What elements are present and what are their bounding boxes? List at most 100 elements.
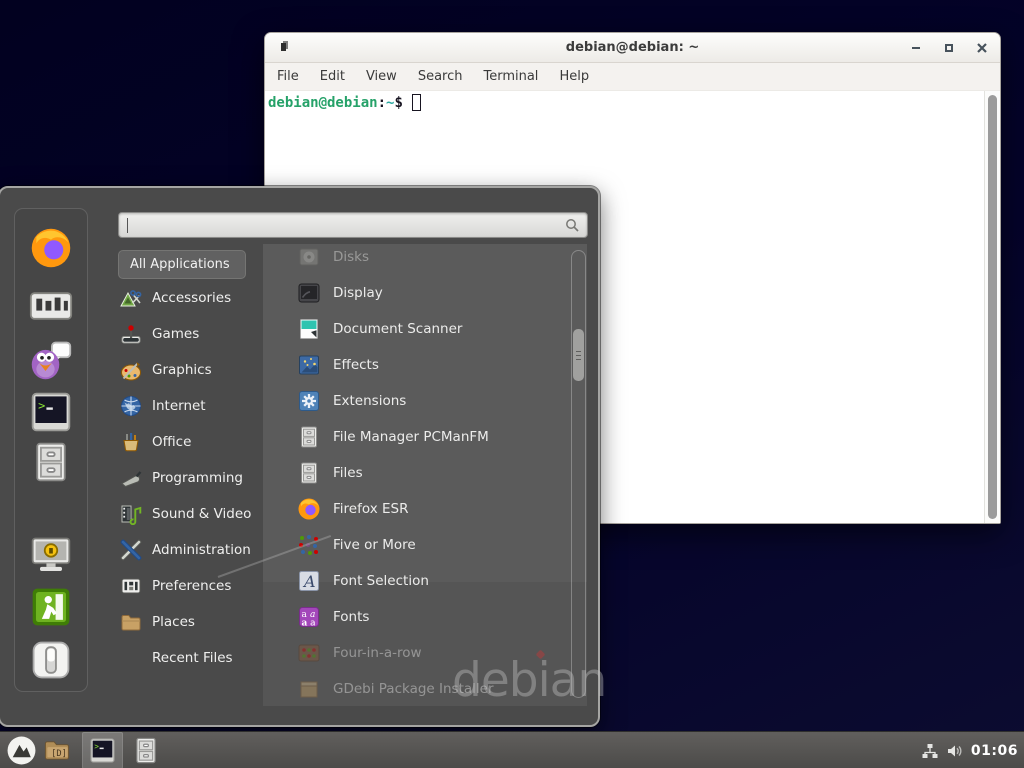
taskbar-file-manager-button[interactable]: [D] (42, 736, 72, 765)
effects-icon (297, 353, 321, 377)
svg-text:A: A (302, 572, 316, 591)
shell-prompt: debian@debian:~$ (268, 94, 421, 111)
app-item-file-manager-pcmanfm[interactable]: File Manager PCManFM (263, 419, 563, 455)
favorite-pidgin[interactable] (29, 338, 73, 382)
category-graphics[interactable]: Graphics (120, 352, 262, 388)
taskbar: [D] > 01:06 (0, 731, 1024, 768)
menu-file[interactable]: File (277, 69, 299, 84)
search-icon (565, 218, 580, 233)
svg-text:>: > (38, 398, 45, 412)
network-icon[interactable] (921, 742, 939, 760)
app-item-document-scanner[interactable]: Document Scanner (263, 311, 563, 347)
close-button[interactable] (976, 42, 988, 54)
application-list: Disks Display Document Scanner Effects E… (263, 244, 587, 706)
disks-icon (297, 245, 321, 269)
settings-mixer-icon (29, 284, 73, 328)
category-accessories[interactable]: Accessories (120, 280, 262, 316)
filter-all-applications[interactable]: All Applications (118, 250, 246, 279)
taskbar-terminal-button[interactable]: > (82, 732, 123, 768)
preferences-icon (120, 575, 142, 597)
terminal-icon: > (82, 732, 123, 768)
font-selection-icon: A (297, 569, 321, 593)
maximize-button[interactable] (943, 42, 955, 54)
firefox-icon (297, 497, 321, 521)
document-scanner-icon (297, 317, 321, 341)
log-out-icon (29, 585, 73, 629)
application-menu: > All Applications Accessories Games Gra… (0, 186, 600, 727)
menu-view[interactable]: View (366, 69, 397, 84)
favorite-firefox[interactable] (29, 226, 73, 270)
category-recent-files[interactable]: Recent Files (120, 640, 262, 676)
app-item-fonts[interactable]: aaaa Fonts (263, 599, 563, 635)
system-tray: 01:06 (921, 732, 1018, 768)
menu-edit[interactable]: Edit (320, 69, 345, 84)
app-item-five-or-more[interactable]: Five or More (263, 527, 563, 563)
app-item-disks[interactable]: Disks (263, 244, 563, 275)
category-internet[interactable]: Internet (120, 388, 262, 424)
distro-logo-icon (6, 735, 37, 766)
firefox-icon (29, 226, 73, 270)
app-item-display[interactable]: Display (263, 275, 563, 311)
svg-text:a: a (302, 619, 308, 629)
app-item-extensions[interactable]: Extensions (263, 383, 563, 419)
category-office[interactable]: Office (120, 424, 262, 460)
clock[interactable]: 01:06 (971, 743, 1018, 759)
terminal-menubar: File Edit View Search Terminal Help (265, 63, 1000, 91)
display-icon (297, 281, 321, 305)
app-item-four-in-a-row[interactable]: Four-in-a-row (263, 635, 563, 671)
file-cabinet-icon (297, 425, 321, 449)
category-administration[interactable]: Administration (120, 532, 262, 568)
graphics-icon (120, 359, 142, 381)
internet-icon (120, 395, 142, 417)
accessories-icon (120, 287, 142, 309)
app-item-font-selection[interactable]: A Font Selection (263, 563, 563, 599)
app-search-input[interactable] (118, 212, 588, 238)
svg-text:>: > (94, 742, 99, 751)
favorite-terminal[interactable]: > (29, 390, 73, 434)
taskbar-files-button[interactable] (131, 736, 161, 765)
app-item-firefox-esr[interactable]: Firefox ESR (263, 491, 563, 527)
app-item-effects[interactable]: Effects (263, 347, 563, 383)
menu-help[interactable]: Help (559, 69, 589, 84)
category-preferences[interactable]: Preferences (120, 568, 262, 604)
favorite-log-out[interactable] (29, 585, 73, 629)
text-caret (127, 218, 128, 233)
office-icon (120, 431, 142, 453)
pidgin-icon (29, 338, 73, 382)
programming-icon (120, 467, 142, 489)
volume-icon[interactable] (946, 742, 964, 760)
terminal-titlebar[interactable]: debian@debian: ~ (265, 33, 1000, 63)
category-games[interactable]: Games (120, 316, 262, 352)
terminal-icon: > (29, 390, 73, 434)
terminal-scrollbar[interactable] (984, 91, 1000, 523)
app-list-scrollbar[interactable] (571, 250, 586, 698)
favorite-file-manager[interactable] (29, 440, 73, 484)
sound-video-icon (120, 503, 142, 525)
extensions-icon (297, 389, 321, 413)
favorite-settings-mixer[interactable] (29, 284, 73, 328)
lock-screen-icon (29, 533, 73, 577)
category-places[interactable]: Places (120, 604, 262, 640)
menu-button[interactable] (6, 735, 37, 766)
menu-search[interactable]: Search (418, 69, 463, 84)
terminal-scrollbar-thumb[interactable] (988, 95, 997, 519)
games-icon (120, 323, 142, 345)
menu-terminal[interactable]: Terminal (483, 69, 538, 84)
svg-text:[D]: [D] (51, 749, 67, 759)
package-icon (297, 677, 321, 701)
terminal-window-icon (281, 43, 286, 51)
minimize-button[interactable] (910, 42, 922, 54)
window-title: debian@debian: ~ (265, 40, 1000, 55)
app-list-scrollbar-thumb[interactable] (573, 329, 584, 381)
favorite-lock-screen[interactable] (29, 533, 73, 577)
app-item-gdebi-package-installer[interactable]: GDebi Package Installer (263, 671, 563, 706)
category-sound-video[interactable]: Sound & Video (120, 496, 262, 532)
places-folder-icon (120, 611, 142, 633)
favorite-shut-down[interactable] (29, 638, 73, 682)
shut-down-icon (29, 638, 73, 682)
file-cabinet-icon (297, 461, 321, 485)
app-item-files[interactable]: Files (263, 455, 563, 491)
five-or-more-icon (297, 533, 321, 557)
terminal-cursor (412, 94, 421, 111)
category-programming[interactable]: Programming (120, 460, 262, 496)
